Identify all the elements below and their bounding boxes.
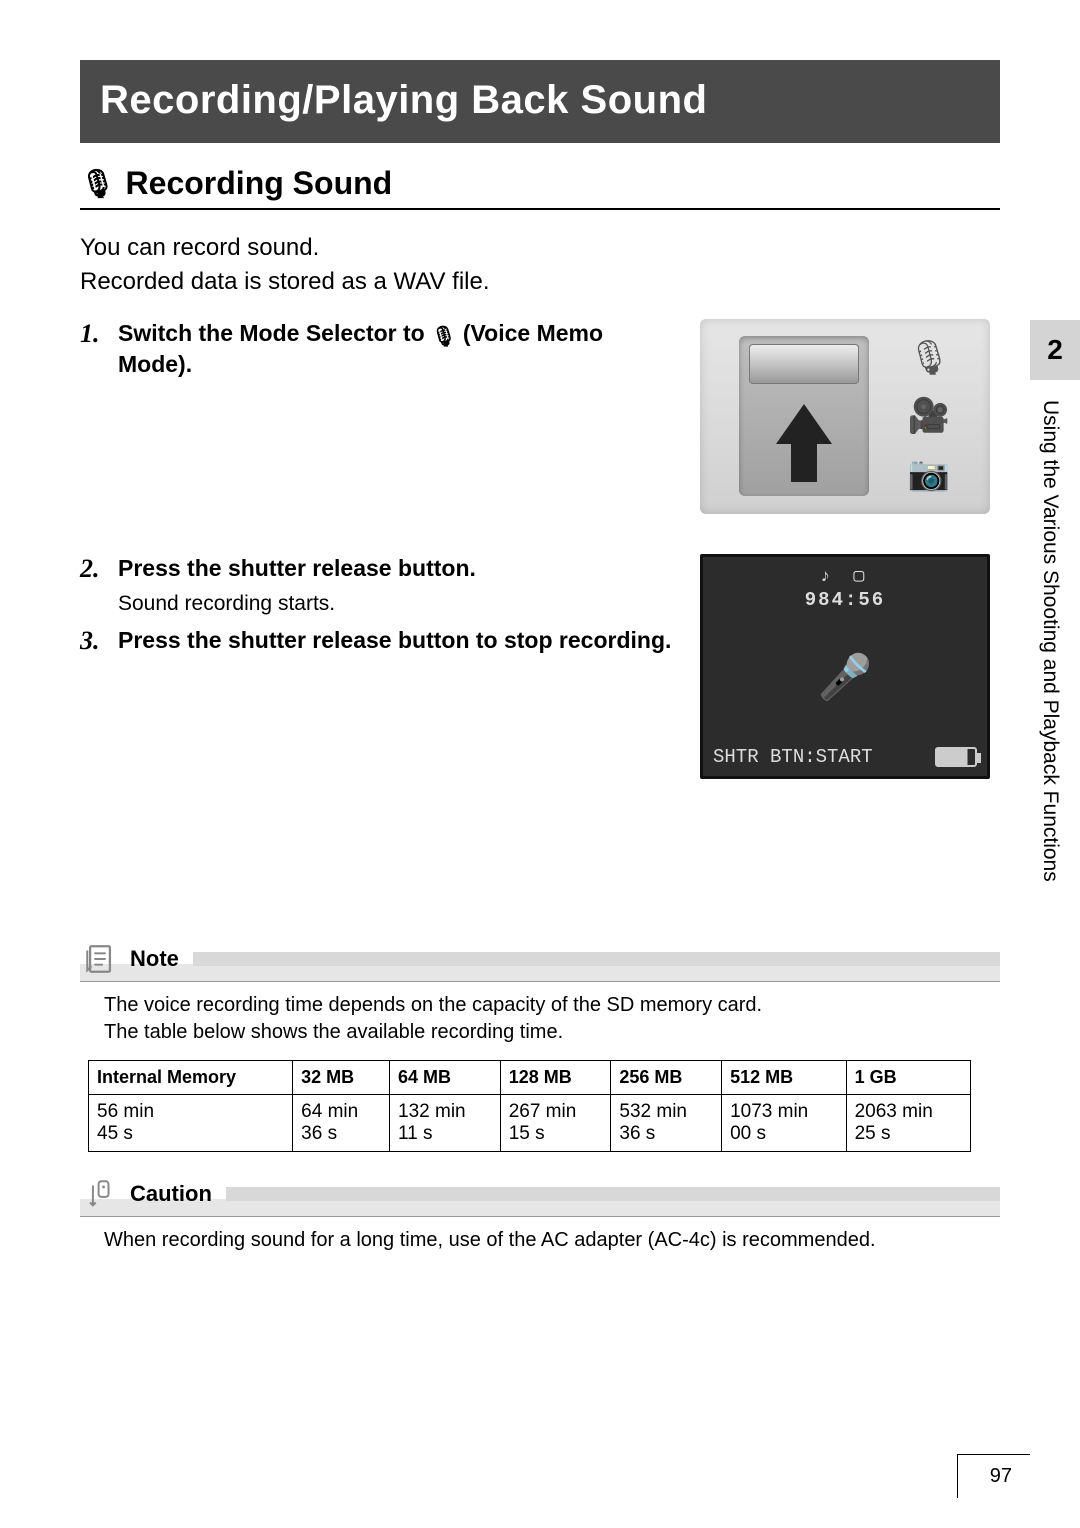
video-icon: 🎥 <box>908 396 951 436</box>
caution-body: When recording sound for a long time, us… <box>104 1227 1000 1254</box>
table-header: 64 MB <box>390 1060 501 1094</box>
manual-page: Recording/Playing Back Sound 🎙 Recording… <box>80 60 1000 1488</box>
recording-time-table: Internal Memory 32 MB 64 MB 128 MB 256 M… <box>88 1060 971 1152</box>
step-2: 2. Press the shutter release button. <box>80 554 680 584</box>
table-header: Internal Memory <box>89 1060 293 1094</box>
caution-icon <box>80 1174 120 1214</box>
step-3: 3. Press the shutter release button to s… <box>80 626 680 656</box>
page-number: 97 <box>957 1454 1030 1498</box>
step-1: 1. Switch the Mode Selector to 🎙 (Voice … <box>80 319 680 379</box>
note-body: The voice recording time depends on the … <box>104 992 1000 1046</box>
mode-icon-column: 🎙 🎥 📷 <box>908 338 951 494</box>
caution-block: Caution When recording sound for a long … <box>80 1174 1000 1254</box>
slider <box>739 336 869 496</box>
step-2-title: Press the shutter release button. <box>118 554 476 583</box>
step-number: 3. <box>80 626 108 656</box>
note-block: Note The voice recording time depends on… <box>80 939 1000 1152</box>
table-header: 256 MB <box>611 1060 722 1094</box>
section-title-text: Recording Sound <box>126 165 393 202</box>
intro-line-2: Recorded data is stored as a WAV file. <box>80 266 1000 298</box>
caution-title: Caution <box>130 1181 212 1207</box>
note-title: Note <box>130 946 179 972</box>
lcd-screen-illustration: ♪ ▢ 984:56 🎤 SHTR BTN:START <box>700 554 990 779</box>
mic-icon: 🎙 <box>908 338 951 378</box>
section-heading: 🎙 Recording Sound <box>80 165 1000 210</box>
up-arrow-icon <box>776 404 832 444</box>
step-1-title: Switch the Mode Selector to 🎙 (Voice Mem… <box>118 319 680 379</box>
table-row: 56 min45 s 64 min36 s 132 min11 s 267 mi… <box>89 1094 971 1151</box>
lcd-bottom-text: SHTR BTN:START <box>713 746 873 768</box>
intro-text: You can record sound. Recorded data is s… <box>80 232 1000 299</box>
lcd-top-icons: ♪ ▢ <box>713 565 977 587</box>
step-2-subtext: Sound recording starts. <box>118 592 680 616</box>
table-header: 128 MB <box>500 1060 611 1094</box>
table-header: 512 MB <box>722 1060 847 1094</box>
step-number: 2. <box>80 554 108 584</box>
lcd-time: 984:56 <box>713 589 977 611</box>
mic-icon: 🎙 <box>80 170 116 198</box>
mode-selector-illustration: 🎙 🎥 📷 <box>700 319 990 514</box>
step-3-title: Press the shutter release button to stop… <box>118 626 671 655</box>
mic-icon: 🎙 <box>431 326 456 348</box>
lcd-mic-icon: 🎤 <box>713 651 977 706</box>
step-number: 1. <box>80 319 108 349</box>
chapter-number: 2 <box>1047 334 1063 366</box>
steps: 1. Switch the Mode Selector to 🎙 (Voice … <box>80 319 1000 779</box>
slider-knob <box>749 344 859 384</box>
page-title-bar: Recording/Playing Back Sound <box>80 60 1000 143</box>
table-header: 1 GB <box>846 1060 971 1094</box>
chapter-label: Using the Various Shooting and Playback … <box>1038 400 1062 1100</box>
table-header: 32 MB <box>293 1060 390 1094</box>
intro-line-1: You can record sound. <box>80 232 1000 264</box>
chapter-tab: 2 <box>1030 320 1080 380</box>
camera-icon: 📷 <box>908 454 951 494</box>
battery-icon <box>935 747 977 767</box>
note-icon <box>80 939 120 979</box>
page-title: Recording/Playing Back Sound <box>100 78 707 122</box>
